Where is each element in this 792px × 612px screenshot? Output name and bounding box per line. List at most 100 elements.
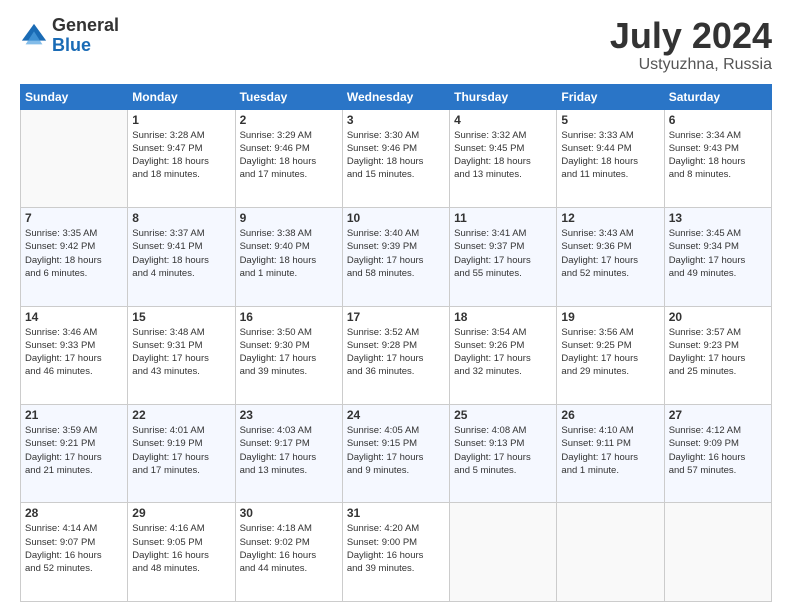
day-number: 1	[132, 113, 230, 127]
day-number: 19	[561, 310, 659, 324]
calendar-cell: 2 Sunrise: 3:29 AM Sunset: 9:46 PM Daylig…	[235, 109, 342, 207]
calendar-cell: 15Sunrise: 3:48 AM Sunset: 9:31 PM Dayli…	[128, 306, 235, 404]
header: General Blue July 2024 Ustyuzhna, Russia	[20, 16, 772, 74]
calendar-cell: 6Sunrise: 3:34 AM Sunset: 9:43 PM Daylig…	[664, 109, 771, 207]
day-number: 20	[669, 310, 767, 324]
calendar-week-row: 21 Sunrise: 3:59 AM Sunset: 9:21 PM Dayli…	[21, 405, 772, 503]
day-number: 22	[132, 408, 230, 422]
day-info: Sunrise: 4:01 AM Sunset: 9:19 PM Dayligh…	[132, 424, 230, 477]
calendar-cell	[557, 503, 664, 602]
calendar-cell: 5 Sunrise: 3:33 AM Sunset: 9:44 PM Daylig…	[557, 109, 664, 207]
calendar-week-row: 7 Sunrise: 3:35 AM Sunset: 9:42 PM Daylig…	[21, 208, 772, 306]
calendar-cell: 30 Sunrise: 4:18 AM Sunset: 9:02 PM Dayli…	[235, 503, 342, 602]
calendar-cell	[450, 503, 557, 602]
calendar-cell	[664, 503, 771, 602]
day-info: Sunrise: 3:48 AM Sunset: 9:31 PM Dayligh…	[132, 326, 230, 379]
day-number: 2	[240, 113, 338, 127]
calendar-cell: 7 Sunrise: 3:35 AM Sunset: 9:42 PM Daylig…	[21, 208, 128, 306]
logo-text: General Blue	[52, 16, 119, 56]
calendar-table: SundayMondayTuesdayWednesdayThursdayFrid…	[20, 84, 772, 602]
calendar-cell: 31 Sunrise: 4:20 AM Sunset: 9:00 PM Dayli…	[342, 503, 449, 602]
calendar-cell: 21 Sunrise: 3:59 AM Sunset: 9:21 PM Dayli…	[21, 405, 128, 503]
calendar-cell: 4 Sunrise: 3:32 AM Sunset: 9:45 PM Daylig…	[450, 109, 557, 207]
day-number: 27	[669, 408, 767, 422]
day-info: Sunrise: 3:33 AM Sunset: 9:44 PM Dayligh…	[561, 129, 659, 182]
calendar-cell: 13 Sunrise: 3:45 AM Sunset: 9:34 PM Dayli…	[664, 208, 771, 306]
calendar-header-row: SundayMondayTuesdayWednesdayThursdayFrid…	[21, 84, 772, 109]
day-info: Sunrise: 4:12 AM Sunset: 9:09 PM Dayligh…	[669, 424, 767, 477]
day-info: Sunrise: 3:35 AM Sunset: 9:42 PM Dayligh…	[25, 227, 123, 280]
day-info: Sunrise: 3:29 AM Sunset: 9:46 PM Dayligh…	[240, 129, 338, 182]
day-info: Sunrise: 3:59 AM Sunset: 9:21 PM Dayligh…	[25, 424, 123, 477]
calendar-week-row: 1Sunrise: 3:28 AM Sunset: 9:47 PM Daylig…	[21, 109, 772, 207]
title-month: July 2024	[610, 16, 772, 56]
day-number: 18	[454, 310, 552, 324]
calendar-cell: 29 Sunrise: 4:16 AM Sunset: 9:05 PM Dayli…	[128, 503, 235, 602]
day-number: 31	[347, 506, 445, 520]
day-info: Sunrise: 3:38 AM Sunset: 9:40 PM Dayligh…	[240, 227, 338, 280]
calendar-cell: 16 Sunrise: 3:50 AM Sunset: 9:30 PM Dayli…	[235, 306, 342, 404]
calendar-cell: 1Sunrise: 3:28 AM Sunset: 9:47 PM Daylig…	[128, 109, 235, 207]
calendar-cell: 14Sunrise: 3:46 AM Sunset: 9:33 PM Dayli…	[21, 306, 128, 404]
day-number: 4	[454, 113, 552, 127]
day-info: Sunrise: 4:10 AM Sunset: 9:11 PM Dayligh…	[561, 424, 659, 477]
day-number: 6	[669, 113, 767, 127]
day-info: Sunrise: 4:16 AM Sunset: 9:05 PM Dayligh…	[132, 522, 230, 575]
day-info: Sunrise: 4:03 AM Sunset: 9:17 PM Dayligh…	[240, 424, 338, 477]
col-header-tuesday: Tuesday	[235, 84, 342, 109]
day-info: Sunrise: 4:18 AM Sunset: 9:02 PM Dayligh…	[240, 522, 338, 575]
calendar-cell: 12 Sunrise: 3:43 AM Sunset: 9:36 PM Dayli…	[557, 208, 664, 306]
col-header-friday: Friday	[557, 84, 664, 109]
day-info: Sunrise: 4:20 AM Sunset: 9:00 PM Dayligh…	[347, 522, 445, 575]
day-number: 3	[347, 113, 445, 127]
page: General Blue July 2024 Ustyuzhna, Russia…	[0, 0, 792, 612]
day-info: Sunrise: 3:52 AM Sunset: 9:28 PM Dayligh…	[347, 326, 445, 379]
calendar-cell: 27 Sunrise: 4:12 AM Sunset: 9:09 PM Dayli…	[664, 405, 771, 503]
calendar-cell: 17 Sunrise: 3:52 AM Sunset: 9:28 PM Dayli…	[342, 306, 449, 404]
col-header-saturday: Saturday	[664, 84, 771, 109]
day-number: 9	[240, 211, 338, 225]
calendar-cell: 24 Sunrise: 4:05 AM Sunset: 9:15 PM Dayli…	[342, 405, 449, 503]
logo-general: General	[52, 16, 119, 36]
day-number: 7	[25, 211, 123, 225]
calendar-cell: 26 Sunrise: 4:10 AM Sunset: 9:11 PM Dayli…	[557, 405, 664, 503]
day-number: 21	[25, 408, 123, 422]
calendar-cell: 9 Sunrise: 3:38 AM Sunset: 9:40 PM Daylig…	[235, 208, 342, 306]
day-number: 17	[347, 310, 445, 324]
calendar-cell: 19 Sunrise: 3:56 AM Sunset: 9:25 PM Dayli…	[557, 306, 664, 404]
day-number: 23	[240, 408, 338, 422]
col-header-thursday: Thursday	[450, 84, 557, 109]
day-number: 8	[132, 211, 230, 225]
day-info: Sunrise: 3:45 AM Sunset: 9:34 PM Dayligh…	[669, 227, 767, 280]
calendar-cell: 3Sunrise: 3:30 AM Sunset: 9:46 PM Daylig…	[342, 109, 449, 207]
calendar-week-row: 14Sunrise: 3:46 AM Sunset: 9:33 PM Dayli…	[21, 306, 772, 404]
day-info: Sunrise: 4:08 AM Sunset: 9:13 PM Dayligh…	[454, 424, 552, 477]
day-number: 16	[240, 310, 338, 324]
day-info: Sunrise: 3:41 AM Sunset: 9:37 PM Dayligh…	[454, 227, 552, 280]
calendar-cell: 18Sunrise: 3:54 AM Sunset: 9:26 PM Dayli…	[450, 306, 557, 404]
day-info: Sunrise: 3:50 AM Sunset: 9:30 PM Dayligh…	[240, 326, 338, 379]
day-number: 26	[561, 408, 659, 422]
col-header-sunday: Sunday	[21, 84, 128, 109]
logo-blue: Blue	[52, 36, 119, 56]
logo-icon	[20, 22, 48, 50]
col-header-monday: Monday	[128, 84, 235, 109]
day-info: Sunrise: 4:14 AM Sunset: 9:07 PM Dayligh…	[25, 522, 123, 575]
calendar-cell	[21, 109, 128, 207]
day-number: 10	[347, 211, 445, 225]
calendar-cell: 22 Sunrise: 4:01 AM Sunset: 9:19 PM Dayli…	[128, 405, 235, 503]
day-info: Sunrise: 3:32 AM Sunset: 9:45 PM Dayligh…	[454, 129, 552, 182]
day-number: 30	[240, 506, 338, 520]
day-info: Sunrise: 4:05 AM Sunset: 9:15 PM Dayligh…	[347, 424, 445, 477]
col-header-wednesday: Wednesday	[342, 84, 449, 109]
day-info: Sunrise: 3:43 AM Sunset: 9:36 PM Dayligh…	[561, 227, 659, 280]
day-number: 14	[25, 310, 123, 324]
logo: General Blue	[20, 16, 119, 56]
day-number: 12	[561, 211, 659, 225]
day-number: 24	[347, 408, 445, 422]
day-info: Sunrise: 3:56 AM Sunset: 9:25 PM Dayligh…	[561, 326, 659, 379]
day-number: 13	[669, 211, 767, 225]
day-number: 5	[561, 113, 659, 127]
day-info: Sunrise: 3:37 AM Sunset: 9:41 PM Dayligh…	[132, 227, 230, 280]
day-number: 29	[132, 506, 230, 520]
